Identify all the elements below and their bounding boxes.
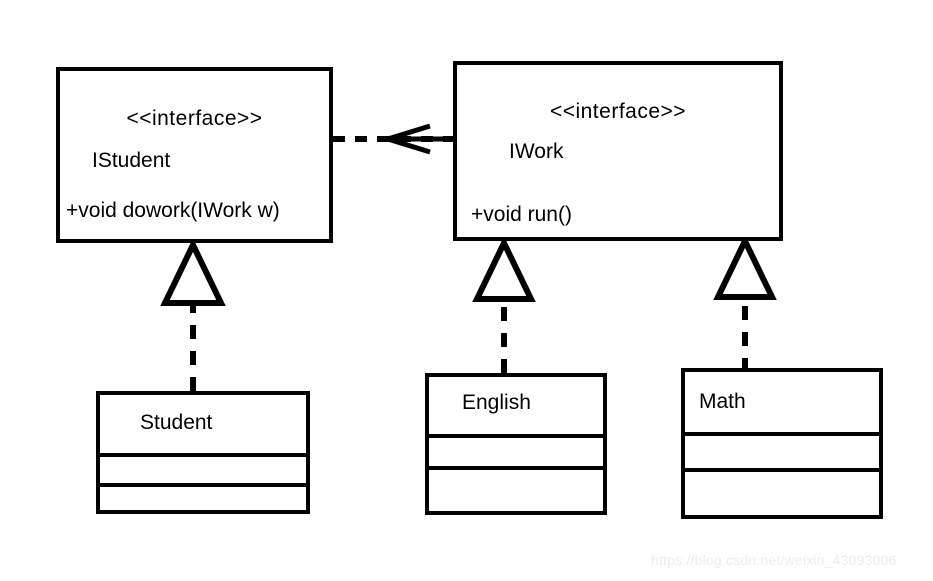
realization-hollow-triangle (472, 236, 536, 302)
connector-student-to-istudent (160, 238, 226, 391)
interface-method-iwork: +void run() (471, 203, 572, 226)
connector-math-to-iwork (713, 234, 777, 372)
connector-english-to-iwork (472, 236, 536, 373)
class-operations-english (429, 470, 603, 515)
interface-stereotype-istudent: <<interface>> (126, 107, 263, 130)
connector-istudent-to-iwork (333, 123, 453, 155)
class-box-english[interactable]: English (425, 373, 607, 515)
dependency-open-arrowhead (379, 123, 431, 155)
interface-box-iwork[interactable]: <<interface>> IWork +void run() (453, 61, 783, 241)
interface-name-istudent: IStudent (92, 149, 171, 172)
interface-box-istudent[interactable]: <<interface>> IStudent +void dowork(IWor… (56, 67, 333, 243)
class-box-math[interactable]: Math (681, 368, 883, 519)
class-name-student: Student (140, 411, 213, 434)
watermark-text: https://blog.csdn.net/weixin_43093006 (651, 552, 897, 568)
class-name-english: English (462, 391, 531, 414)
class-box-student[interactable]: Student (96, 391, 310, 514)
diagram-canvas: IWork (open arrowhead pointing left) -->… (0, 0, 933, 581)
class-name-math: Math (699, 390, 746, 413)
class-operations-math (685, 472, 879, 519)
realization-hollow-triangle (160, 238, 226, 306)
realization-hollow-triangle (713, 234, 777, 300)
class-operations-student (100, 487, 306, 514)
interface-name-iwork: IWork (509, 140, 564, 163)
interface-stereotype-iwork: <<interface>> (549, 100, 687, 123)
interface-method-istudent: +void dowork(IWork w) (66, 199, 280, 222)
